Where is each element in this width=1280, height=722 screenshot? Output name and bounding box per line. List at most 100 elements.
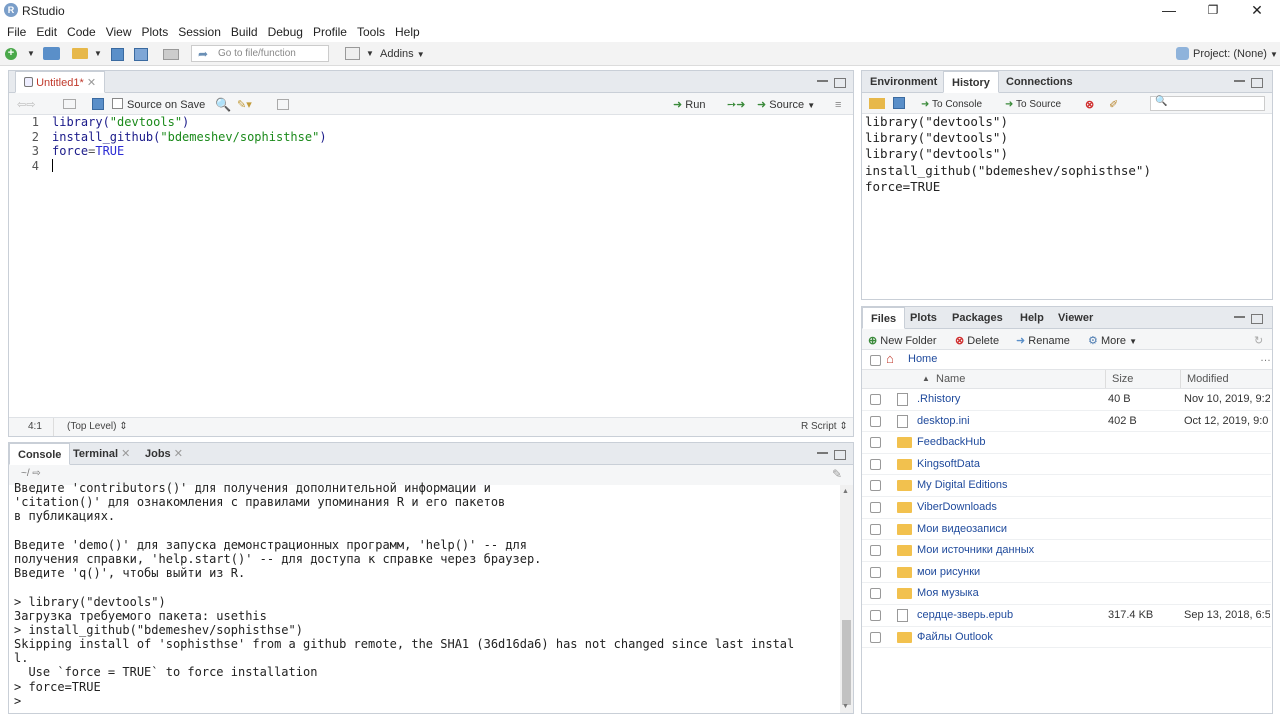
dropdown-arrow-icon[interactable]: ▼	[94, 45, 102, 63]
magic-wand-icon[interactable]: ✎▾	[237, 96, 252, 114]
go-to-file-input[interactable]: Go to file/function	[191, 45, 329, 62]
menu-profile[interactable]: Profile	[308, 22, 352, 42]
refresh-icon[interactable]: ↻	[1254, 332, 1263, 350]
tab-plots[interactable]: Plots	[902, 307, 945, 329]
file-row[interactable]: My Digital Editions	[862, 475, 1271, 497]
file-type-selector[interactable]: R Script ⇕	[801, 418, 848, 436]
menu-build[interactable]: Build	[226, 22, 263, 42]
file-row[interactable]: Файлы Outlook	[862, 627, 1271, 649]
save-all-icon[interactable]	[134, 48, 148, 61]
file-checkbox[interactable]	[870, 394, 881, 405]
file-checkbox[interactable]	[870, 523, 881, 535]
to-console-button[interactable]: ➜ To Console	[921, 96, 982, 114]
console-output[interactable]: Введите 'contributors()' для получения д…	[14, 481, 839, 711]
file-row[interactable]: ViberDownloads	[862, 497, 1271, 519]
minimize-pane-icon[interactable]	[817, 79, 828, 82]
file-name[interactable]: desktop.ini	[917, 411, 970, 433]
file-checkbox[interactable]	[870, 631, 881, 643]
maximize-pane-icon[interactable]	[834, 78, 846, 88]
file-name[interactable]: My Digital Editions	[917, 475, 1007, 497]
file-row[interactable]: сердце-зверь.epub 317.4 KB Sep 13, 2018, 6…	[862, 605, 1271, 627]
menu-help[interactable]: Help	[390, 22, 425, 42]
new-file-icon[interactable]: +	[5, 48, 17, 60]
tab-console[interactable]: Console	[9, 443, 71, 465]
print-icon[interactable]	[163, 49, 179, 60]
rename-button[interactable]: ➜ Rename	[1016, 332, 1070, 350]
menu-debug[interactable]: Debug	[263, 22, 308, 42]
file-row[interactable]: KingsoftData	[862, 454, 1271, 476]
file-name[interactable]: Моя музыка	[917, 583, 979, 605]
scope-selector[interactable]: (Top Level) ⇕	[67, 418, 128, 436]
search-icon[interactable]: 🔍	[215, 96, 231, 114]
open-file-icon[interactable]	[72, 48, 88, 59]
tab-files[interactable]: Files	[862, 307, 906, 329]
file-checkbox[interactable]	[870, 458, 881, 470]
history-entry[interactable]: library("devtools")	[865, 114, 1270, 130]
file-checkbox[interactable]	[870, 588, 881, 600]
file-checkbox[interactable]	[870, 610, 881, 621]
file-row[interactable]: desktop.ini 402 B Oct 12, 2019, 9:0	[862, 411, 1271, 433]
menu-view[interactable]: View	[101, 22, 137, 42]
tab-history[interactable]: History	[943, 71, 999, 93]
close-button[interactable]: ✕	[1234, 0, 1280, 22]
file-name[interactable]: FeedbackHub	[917, 432, 986, 454]
minimize-pane-icon[interactable]	[1234, 315, 1245, 318]
file-checkbox[interactable]	[870, 545, 881, 557]
maximize-pane-icon[interactable]	[1251, 78, 1263, 88]
clear-history-broom-icon[interactable]: ✐	[1109, 96, 1118, 114]
breadcrumb-home[interactable]: Home	[908, 353, 937, 365]
minimize-pane-icon[interactable]	[1234, 79, 1245, 82]
menu-edit[interactable]: Edit	[31, 22, 62, 42]
menu-tools[interactable]: Tools	[352, 22, 390, 42]
tab-help[interactable]: Help	[1012, 307, 1052, 329]
scrollbar-thumb[interactable]	[842, 620, 851, 705]
back-icon[interactable]: ⇦⇨	[17, 96, 35, 114]
file-name[interactable]: ViberDownloads	[917, 497, 997, 519]
maximize-button[interactable]: ❐	[1190, 0, 1236, 22]
dropdown-arrow-icon[interactable]: ▼	[27, 45, 35, 63]
file-row[interactable]: Мои видеозаписи	[862, 519, 1271, 541]
source-button[interactable]: ➜ Source ▼	[757, 96, 815, 114]
dropdown-arrow-icon[interactable]: ▼	[366, 45, 374, 63]
source-on-save-checkbox[interactable]	[112, 98, 123, 109]
tab-packages[interactable]: Packages	[944, 307, 1011, 329]
load-history-icon[interactable]	[869, 98, 885, 109]
project-menu[interactable]: Project: (None) ▼	[1193, 45, 1278, 63]
file-name[interactable]: мои рисунки	[917, 562, 980, 584]
tab-terminal[interactable]: Terminal ✕	[65, 443, 138, 465]
history-search-input[interactable]: 🔍	[1150, 96, 1265, 111]
minimize-button[interactable]: —	[1146, 0, 1192, 22]
column-name[interactable]: Name	[936, 370, 965, 388]
history-entry[interactable]: library("devtools")	[865, 146, 1270, 162]
menu-file[interactable]: File	[2, 22, 31, 42]
history-list[interactable]: library("devtools") library("devtools") li…	[865, 114, 1270, 195]
addins-menu[interactable]: Addins ▼	[380, 45, 425, 63]
file-name[interactable]: Мои видеозаписи	[917, 519, 1007, 541]
history-entry[interactable]: library("devtools")	[865, 130, 1270, 146]
menu-plots[interactable]: Plots	[137, 22, 174, 42]
file-checkbox[interactable]	[870, 480, 881, 492]
file-name[interactable]: KingsoftData	[917, 454, 980, 476]
to-source-button[interactable]: ➜ To Source	[1005, 96, 1061, 114]
remove-entry-icon[interactable]: ⊗	[1085, 96, 1094, 114]
history-entry[interactable]: install_github("bdemeshev/sophisthse")	[865, 163, 1270, 179]
console-scrollbar[interactable]: ▲ ▼	[840, 485, 853, 713]
select-all-checkbox[interactable]	[870, 355, 881, 366]
tab-environment[interactable]: Environment	[862, 71, 945, 93]
show-in-window-icon[interactable]	[63, 99, 76, 109]
file-row[interactable]: .Rhistory 40 B Nov 10, 2019, 9:2	[862, 389, 1271, 411]
clear-console-icon[interactable]: ✎	[832, 467, 842, 481]
file-name[interactable]: Файлы Outlook	[917, 627, 993, 649]
menu-code[interactable]: Code	[62, 22, 101, 42]
more-button[interactable]: ⚙ More ▼	[1088, 332, 1137, 350]
compile-report-icon[interactable]	[277, 99, 289, 110]
file-row[interactable]: Мои источники данных	[862, 540, 1271, 562]
file-name[interactable]: Мои источники данных	[917, 540, 1034, 562]
file-checkbox[interactable]	[870, 566, 881, 578]
more-path-icon[interactable]: …	[1260, 352, 1271, 364]
file-checkbox[interactable]	[870, 437, 881, 449]
tab-connections[interactable]: Connections	[998, 71, 1081, 93]
file-checkbox[interactable]	[870, 502, 881, 513]
workspace-panes-icon[interactable]	[345, 47, 360, 60]
maximize-pane-icon[interactable]	[834, 450, 846, 460]
